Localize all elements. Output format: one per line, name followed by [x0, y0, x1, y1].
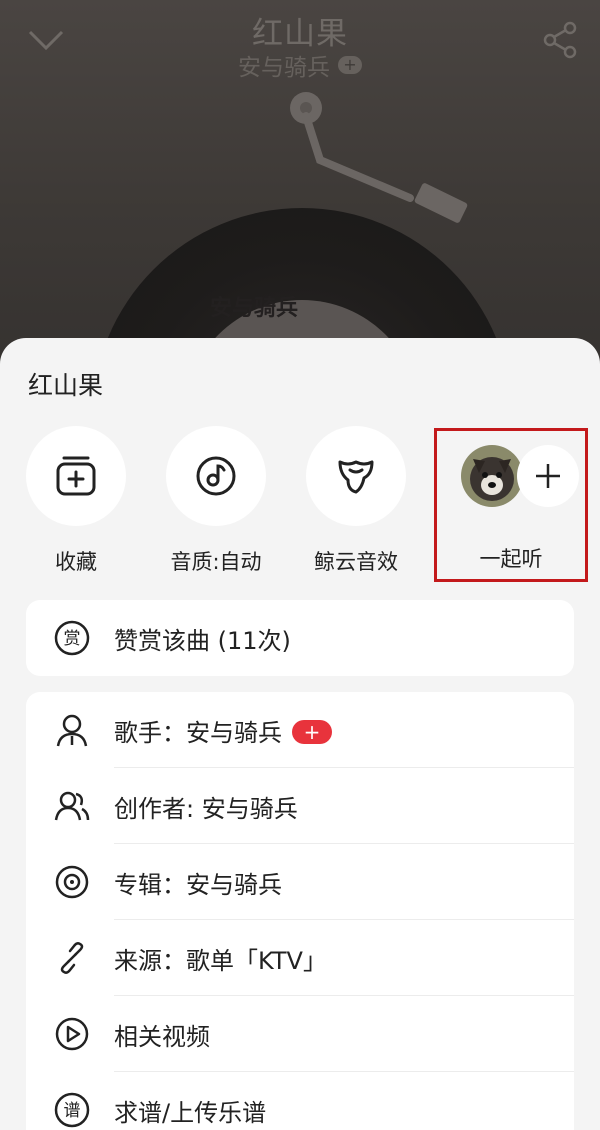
- follow-artist-button[interactable]: +: [338, 56, 362, 74]
- creator-label: 创作者: 安与骑兵: [114, 794, 298, 823]
- reward-card[interactable]: 赏 赞赏该曲 (11次): [26, 600, 574, 676]
- score-icon: 谱: [52, 1090, 92, 1130]
- sound-quality-icon[interactable]: [166, 426, 266, 526]
- disc-label-text: 安与骑兵: [210, 296, 299, 321]
- reward-row[interactable]: 赏 赞赏该曲 (11次): [26, 600, 574, 676]
- svg-text:赏: 赏: [64, 629, 81, 649]
- whale-effect-action[interactable]: 鲸云音效: [286, 426, 426, 576]
- share-icon[interactable]: [540, 20, 580, 60]
- whale-effect-label: 鲸云音效: [314, 550, 398, 574]
- album-icon: [52, 862, 92, 902]
- svg-text:谱: 谱: [64, 1101, 81, 1121]
- source-label: 来源：歌单「KTV」: [114, 946, 327, 975]
- list-item-source[interactable]: 来源：歌单「KTV」: [26, 920, 574, 996]
- link-icon: [52, 938, 92, 978]
- list-item-artist[interactable]: 歌手：安与骑兵 +: [26, 692, 574, 768]
- video-label: 相关视频: [114, 1022, 210, 1051]
- add-to-playlist-icon[interactable]: [26, 426, 126, 526]
- collect-label: 收藏: [55, 550, 97, 574]
- sheet-title: 红山果: [28, 371, 104, 400]
- follow-badge[interactable]: +: [292, 719, 332, 744]
- people-icon: [52, 786, 92, 826]
- album-label: 专辑：安与骑兵: [114, 870, 282, 899]
- list-item-video[interactable]: 相关视频: [26, 996, 574, 1072]
- whale-effect-icon[interactable]: [306, 426, 406, 526]
- reward-icon: 赏: [52, 618, 92, 658]
- sound-quality-action[interactable]: 音质:自动: [146, 426, 286, 576]
- song-title: 红山果: [252, 16, 348, 52]
- person-icon: [52, 710, 92, 750]
- artist-row[interactable]: 安与骑兵 +: [0, 48, 600, 82]
- list-item-score[interactable]: 谱 求谱/上传乐谱: [26, 1072, 574, 1130]
- video-icon: [52, 1014, 92, 1054]
- tonearm-icon: [270, 80, 490, 250]
- reward-label: 赞赏该曲 (11次): [114, 626, 291, 655]
- song-options-sheet: 红山果 收藏 音质:自动 鲸云音效 一起听 赏 赞赏该曲 (11次) 歌手：安与…: [0, 338, 600, 1130]
- avatar[interactable]: [461, 445, 523, 507]
- song-info-list: 歌手：安与骑兵 + 创作者: 安与骑兵 专辑：安与骑兵 来源：歌单「KTV」 相…: [26, 692, 574, 1130]
- listen-together-highlight[interactable]: 一起听: [434, 428, 588, 582]
- list-item-album[interactable]: 专辑：安与骑兵: [26, 844, 574, 920]
- list-item-creator[interactable]: 创作者: 安与骑兵: [26, 768, 574, 844]
- sound-quality-label: 音质:自动: [170, 550, 262, 574]
- listen-together-label: 一起听: [479, 547, 543, 571]
- artist-label: 歌手：安与骑兵 +: [114, 713, 332, 748]
- plus-icon[interactable]: [517, 445, 579, 507]
- score-label: 求谱/上传乐谱: [114, 1098, 267, 1127]
- artist-name[interactable]: 安与骑兵: [238, 48, 330, 82]
- collect-action[interactable]: 收藏: [6, 426, 146, 576]
